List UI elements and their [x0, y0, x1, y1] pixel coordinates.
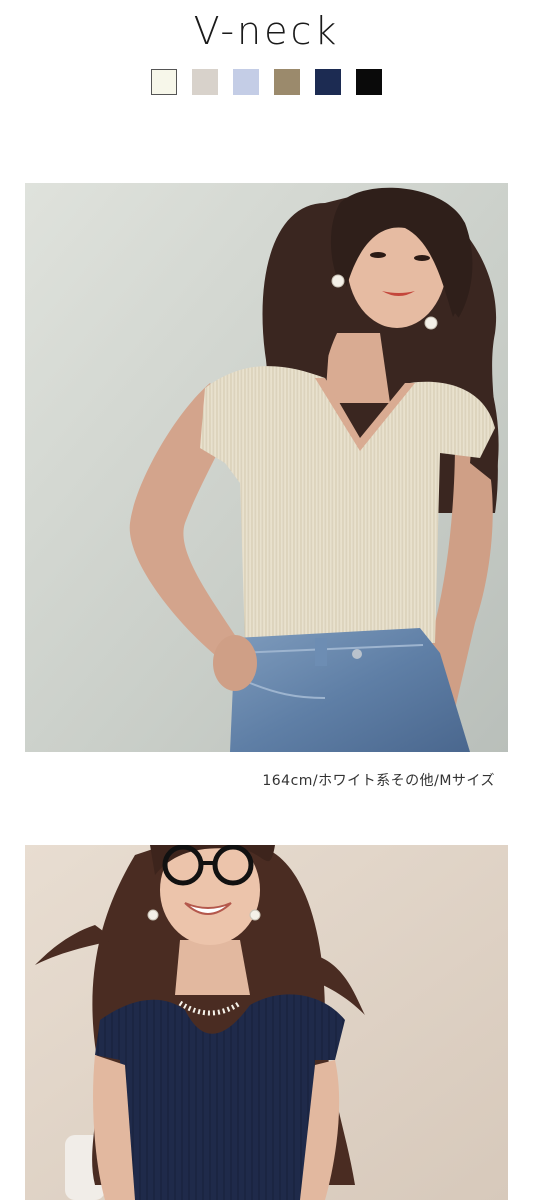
greige-swatch[interactable]	[192, 69, 218, 95]
product-photo[interactable]	[25, 183, 508, 752]
color-swatch-row	[0, 69, 533, 95]
model-photo-navy	[25, 845, 508, 1200]
black-swatch[interactable]	[356, 69, 382, 95]
product-photo[interactable]	[25, 845, 508, 1200]
khaki-swatch[interactable]	[274, 69, 300, 95]
light-blue-swatch[interactable]	[233, 69, 259, 95]
page-title: V-neck	[193, 9, 340, 53]
white-swatch[interactable]	[151, 69, 177, 95]
model-photo-ivory	[25, 183, 508, 752]
model-size-caption: 164cm/ホワイト系その他/Mサイズ	[262, 773, 495, 789]
navy-swatch[interactable]	[315, 69, 341, 95]
